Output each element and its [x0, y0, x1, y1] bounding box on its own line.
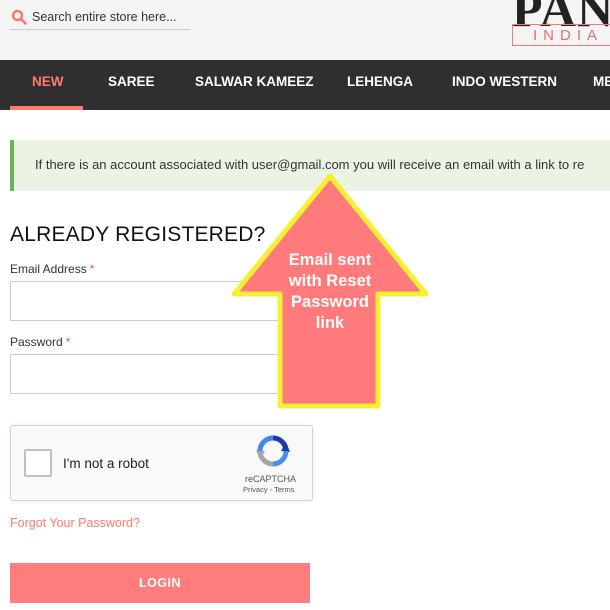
recaptcha-widget: I'm not a robot reCAPTCHA Privacy - Term… — [10, 425, 313, 501]
nav-item-saree[interactable]: SAREE — [108, 60, 155, 110]
recaptcha-logo-icon — [256, 435, 290, 467]
login-button[interactable]: LOGIN — [10, 563, 310, 603]
email-label-text: Email Address — [10, 262, 87, 276]
search-input[interactable]: Search entire store here... — [32, 10, 177, 24]
logo-sub-box: INDIA — [512, 24, 610, 46]
forgot-password-link[interactable]: Forgot Your Password? — [10, 516, 140, 530]
annotation-line: with Reset — [288, 272, 372, 290]
nav-item-more[interactable]: ME — [593, 60, 610, 110]
annotation-line: Email sent — [288, 251, 372, 269]
site-header: Search entire store here... PAN INDIA — [0, 0, 610, 60]
site-logo[interactable]: PAN INDIA — [510, 0, 610, 50]
search-icon[interactable] — [11, 9, 27, 25]
search-bar[interactable]: Search entire store here... — [10, 4, 190, 30]
annotation-text: Email sent with Reset Password link — [262, 250, 398, 334]
password-label-text: Password — [10, 335, 63, 349]
annotation-line: Password — [291, 293, 369, 311]
password-label: Password * — [10, 335, 70, 349]
success-message-text: If there is an account associated with u… — [35, 157, 585, 172]
required-asterisk: * — [89, 262, 95, 276]
nav-active-indicator — [10, 106, 83, 110]
main-nav: NEW SAREE SALWAR KAMEEZ LEHENGA INDO WES… — [0, 60, 610, 110]
recaptcha-checkbox[interactable] — [24, 449, 52, 477]
email-label: Email Address * — [10, 262, 94, 276]
required-asterisk: * — [65, 335, 71, 349]
logo-sub-text: INDIA — [533, 27, 604, 44]
nav-item-new[interactable]: NEW — [32, 60, 64, 110]
recaptcha-brand: reCAPTCHA — [245, 474, 297, 484]
annotation-line: link — [315, 314, 345, 332]
recaptcha-links[interactable]: Privacy - Terms — [243, 485, 295, 494]
recaptcha-label: I'm not a robot — [63, 456, 149, 471]
nav-item-salwar-kameez[interactable]: SALWAR KAMEEZ — [195, 60, 314, 110]
nav-item-lehenga[interactable]: LEHENGA — [347, 60, 413, 110]
nav-item-indo-western[interactable]: INDO WESTERN — [452, 60, 557, 110]
